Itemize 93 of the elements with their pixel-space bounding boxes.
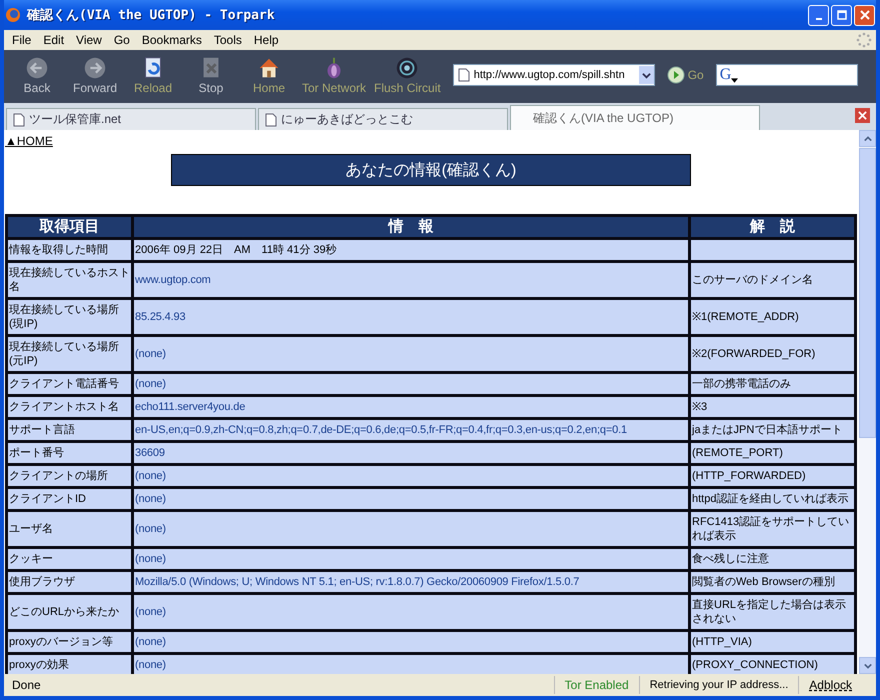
caret-icon bbox=[731, 78, 738, 82]
table-cell: クライアントホスト名 bbox=[8, 397, 131, 417]
table-cell: クッキー bbox=[8, 549, 131, 569]
throbber-icon bbox=[856, 32, 872, 48]
table-cell: jaまたはJPNで日本語サポート bbox=[691, 420, 854, 440]
page-icon bbox=[13, 112, 25, 126]
circuit-button[interactable]: Flush Circuit bbox=[370, 55, 445, 95]
table-cell: 36609 bbox=[134, 443, 688, 463]
table-cell: クライアントの場所 bbox=[8, 466, 131, 486]
table-cell: proxyのバージョン等 bbox=[8, 632, 131, 652]
table-cell: 2006年 09月 22日 AM 11時 41分 39秒 bbox=[134, 240, 688, 260]
table-cell: (none) bbox=[134, 549, 688, 569]
address-field[interactable]: http://www.ugtop.com/spill.shtn bbox=[452, 64, 655, 86]
maximize-button[interactable] bbox=[831, 4, 852, 26]
window-title: 確認くん(VIA the UGTOP) - Torpark bbox=[27, 7, 276, 24]
table-cell: 情報を取得した時間 bbox=[8, 240, 131, 260]
table-cell: ユーザ名 bbox=[8, 512, 131, 546]
table-cell: (REMOTE_PORT) bbox=[691, 443, 854, 463]
onion-button[interactable]: Tor Network bbox=[298, 55, 370, 95]
table-cell: 食べ残しに注意 bbox=[691, 549, 854, 569]
table-cell: 85.25.4.93 bbox=[134, 300, 688, 334]
column-header: 情 報 bbox=[134, 217, 688, 237]
tor-status: Tor Enabled bbox=[554, 676, 639, 694]
table-cell: クライアント電話番号 bbox=[8, 374, 131, 394]
search-engine-logo[interactable]: G bbox=[720, 66, 732, 84]
menu-item[interactable]: Help bbox=[250, 33, 287, 47]
status-text: Done bbox=[11, 678, 42, 692]
page-icon bbox=[458, 68, 470, 82]
minimize-icon bbox=[816, 18, 822, 20]
table-cell: 一部の携帯電話のみ bbox=[691, 374, 854, 394]
table-cell: proxyの効果 bbox=[8, 655, 131, 674]
menu-item[interactable]: Tools bbox=[210, 33, 250, 47]
table-cell: echo111.server4you.de bbox=[134, 397, 688, 417]
table-cell: httpd認証を経由していれば表示 bbox=[691, 489, 854, 509]
table-cell: RFC1413認証をサポートしていれば表示 bbox=[691, 512, 854, 546]
column-header: 取得項目 bbox=[8, 217, 131, 237]
browser-tab[interactable]: にゅーあきばどっとこむ bbox=[258, 108, 508, 130]
menu-item[interactable]: Bookmarks bbox=[138, 33, 210, 47]
close-icon bbox=[858, 111, 867, 120]
table-cell: ※3 bbox=[691, 397, 854, 417]
menu-item[interactable]: File bbox=[8, 33, 40, 47]
table-cell: 閲覧者のWeb Browserの種別 bbox=[691, 572, 854, 592]
table-cell: どこのURLから来たか bbox=[8, 595, 131, 629]
table-cell: (none) bbox=[134, 489, 688, 509]
table-cell: 現在接続している場所(現IP) bbox=[8, 300, 131, 334]
status-message: Retrieving your IP address... bbox=[638, 676, 798, 694]
table-cell: Mozilla/5.0 (Windows; U; Windows NT 5.1; en-US; rv:1.8.0.7) Gecko/20060909 Firefox/1.5.0.7 bbox=[134, 572, 688, 592]
menu-item[interactable]: View bbox=[72, 33, 110, 47]
play-icon bbox=[666, 66, 685, 84]
close-icon bbox=[860, 10, 870, 20]
table-cell: ※1(REMOTE_ADDR) bbox=[691, 300, 854, 334]
dropdown-button[interactable] bbox=[638, 66, 654, 84]
search-field[interactable]: G bbox=[716, 64, 858, 86]
caret-icon bbox=[642, 70, 651, 80]
close-button[interactable] bbox=[854, 4, 875, 26]
go-button[interactable]: Go bbox=[660, 65, 710, 85]
table-cell: (HTTP_FORWARDED) bbox=[691, 466, 854, 486]
menu-item[interactable]: Edit bbox=[39, 33, 72, 47]
reload-button[interactable]: Reload bbox=[124, 55, 182, 95]
page-icon bbox=[265, 112, 277, 126]
table-cell: ※2(FORWARDED_FOR) bbox=[691, 337, 854, 371]
table-cell: www.ugtop.com bbox=[134, 263, 688, 297]
table-cell: (none) bbox=[134, 595, 688, 629]
scrollbar[interactable] bbox=[859, 130, 876, 674]
table-cell: サポート言語 bbox=[8, 420, 131, 440]
page-heading: あなたの情報(確認くん) bbox=[171, 154, 691, 186]
table-cell: 使用ブラウザ bbox=[8, 572, 131, 592]
table-cell: クライアントID bbox=[8, 489, 131, 509]
table-cell: (HTTP_VIA) bbox=[691, 632, 854, 652]
adblock-link[interactable]: Adblock bbox=[798, 676, 862, 694]
home-link[interactable]: ▲HOME bbox=[5, 134, 53, 148]
menu-item[interactable]: Go bbox=[110, 33, 138, 47]
table-cell: このサーバのドメイン名 bbox=[691, 263, 854, 297]
table-cell: (none) bbox=[134, 632, 688, 652]
table-cell: 現在接続している場所(元IP) bbox=[8, 337, 131, 371]
table-cell: (PROXY_CONNECTION) bbox=[691, 655, 854, 674]
table-cell: 現在接続しているホスト名 bbox=[8, 263, 131, 297]
maximize-icon bbox=[836, 10, 846, 20]
table-cell: en-US,en;q=0.9,zh-CN;q=0.8,zh;q=0.7,de-DE;q=0.6,de;q=0.5,fr-FR;q=0.4,fr;q=0.3,en-us;q=0.2,en;q=0.1 bbox=[134, 420, 688, 440]
table-cell: (none) bbox=[134, 337, 688, 371]
table-cell: (none) bbox=[134, 374, 688, 394]
home-button[interactable]: Home bbox=[240, 55, 298, 95]
browser-tab[interactable]: 確認くん(VIA the UGTOP) bbox=[510, 105, 760, 130]
minimize-button[interactable] bbox=[808, 4, 829, 26]
close-tab-button[interactable] bbox=[855, 108, 870, 123]
browser-tab[interactable]: ツール保管庫.net bbox=[6, 108, 256, 130]
table-cell: (none) bbox=[134, 655, 688, 674]
column-header: 解 説 bbox=[691, 217, 854, 237]
table-cell: ポート番号 bbox=[8, 443, 131, 463]
globe-icon bbox=[5, 7, 21, 23]
table-cell: 直接URLを指定した場合は表示されない bbox=[691, 595, 854, 629]
table-cell: (none) bbox=[134, 512, 688, 546]
table-cell: (none) bbox=[134, 466, 688, 486]
